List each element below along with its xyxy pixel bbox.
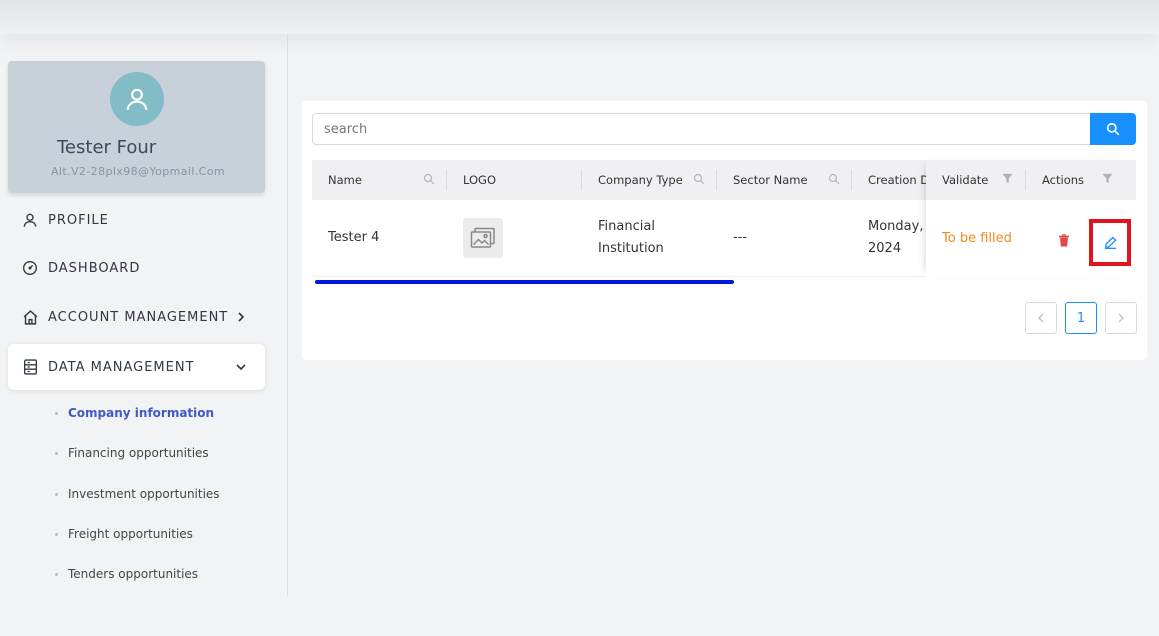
- chevron-right-icon: [1118, 313, 1124, 323]
- dashboard-gauge-icon: [21, 259, 39, 277]
- image-placeholder-icon: [470, 227, 495, 248]
- column-header-sector-name[interactable]: Sector Name: [733, 160, 808, 200]
- filter-icon[interactable]: [1002, 173, 1013, 184]
- sidebar: Tester Four Alt.V2-28plx98@Yopmail.Com P…: [0, 34, 288, 596]
- nav-data-management-label: DATA MANAGEMENT: [48, 359, 195, 375]
- edit-button-highlight[interactable]: [1089, 219, 1131, 266]
- horizontal-scrollbar[interactable]: [315, 280, 734, 284]
- column-search-icon[interactable]: [423, 173, 435, 185]
- cell-name: Tester 4: [328, 230, 380, 245]
- search-button[interactable]: [1090, 113, 1136, 145]
- search-icon: [1106, 122, 1120, 136]
- profile-name: Tester Four: [57, 137, 157, 158]
- company-logo-placeholder: [463, 218, 503, 258]
- column-header-logo: LOGO: [463, 173, 497, 187]
- edit-pencil-icon[interactable]: [1104, 236, 1117, 249]
- submenu-company-information[interactable]: Company information: [55, 406, 214, 420]
- submenu-financing-opportunities[interactable]: Financing opportunities: [55, 446, 209, 460]
- profile-card[interactable]: Tester Four Alt.V2-28plx98@Yopmail.Com: [8, 61, 265, 193]
- nav-account-management[interactable]: ACCOUNT MANAGEMENT: [8, 294, 265, 340]
- person-icon: [21, 211, 39, 229]
- cell-sector-name: ---: [733, 230, 748, 245]
- avatar: [110, 72, 164, 126]
- nav-data-management[interactable]: DATA MANAGEMENT: [8, 344, 265, 390]
- nav-dashboard[interactable]: DASHBOARD: [8, 245, 265, 291]
- nav-account-management-label: ACCOUNT MANAGEMENT: [48, 309, 229, 325]
- chevron-right-icon: [236, 294, 246, 340]
- column-search-icon[interactable]: [693, 173, 705, 185]
- nav-dashboard-label: DASHBOARD: [48, 260, 141, 276]
- cell-company-type: Financial Institution: [598, 219, 664, 256]
- column-search-icon[interactable]: [828, 173, 840, 185]
- pagination-page-button[interactable]: 1: [1065, 302, 1097, 334]
- submenu-freight-opportunities[interactable]: Freight opportunities: [55, 527, 193, 541]
- column-header-company-type[interactable]: Company Type: [598, 160, 683, 200]
- column-header-name[interactable]: Name: [328, 160, 362, 200]
- submenu-investment-opportunities[interactable]: Investment opportunities: [55, 487, 220, 501]
- home-icon: [21, 308, 39, 326]
- filter-icon[interactable]: [1102, 173, 1113, 184]
- delete-trash-icon[interactable]: [1058, 234, 1070, 247]
- user-icon: [126, 88, 148, 110]
- validate-status-badge: To be filled: [942, 231, 1012, 246]
- search-input[interactable]: [312, 113, 1091, 145]
- nav-profile[interactable]: PROFILE: [8, 197, 265, 243]
- column-header-validate[interactable]: Validate: [942, 160, 988, 200]
- company-table-card: Name LOGO Company Type Sector Name Creat…: [302, 101, 1147, 360]
- nav-profile-label: PROFILE: [48, 212, 109, 228]
- database-icon: [21, 358, 39, 376]
- pagination-next-button[interactable]: [1105, 302, 1137, 334]
- column-header-actions: Actions: [1042, 173, 1085, 187]
- top-header: [0, 0, 1159, 34]
- pagination-prev-button[interactable]: [1025, 302, 1057, 334]
- chevron-down-icon: [236, 344, 246, 390]
- profile-email: Alt.V2-28plx98@Yopmail.Com: [51, 165, 225, 178]
- fixed-columns-header: Validate Actions: [926, 160, 1136, 200]
- chevron-left-icon: [1038, 313, 1044, 323]
- submenu-tenders-opportunities[interactable]: Tenders opportunities: [55, 567, 198, 581]
